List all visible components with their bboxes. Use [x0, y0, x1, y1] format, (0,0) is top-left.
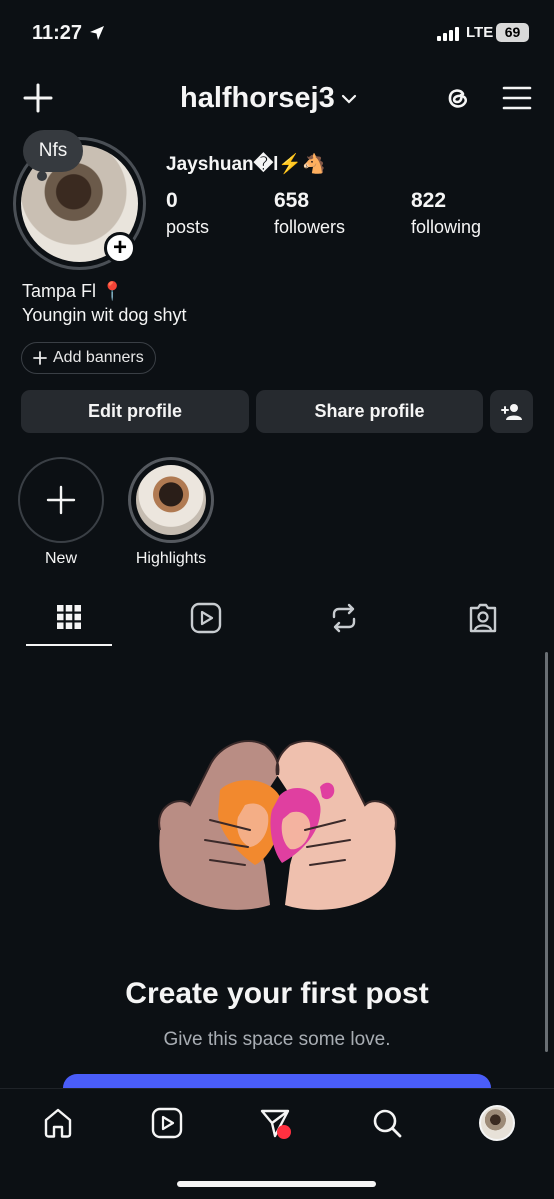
highlight-new[interactable]: New	[18, 457, 104, 568]
following-label: following	[411, 217, 482, 237]
edit-profile-button[interactable]: Edit profile	[21, 390, 249, 433]
note-text: Nfs	[38, 140, 68, 161]
tab-reposts[interactable]	[301, 590, 387, 646]
plus-icon	[46, 485, 76, 515]
status-bar: 11:27 LTE 69	[0, 0, 554, 68]
stat-following[interactable]: 822 following	[411, 189, 481, 238]
posts-label: posts	[166, 217, 210, 237]
profile-tabs	[0, 590, 554, 648]
bio-line: Tampa Fl 📍	[22, 281, 124, 301]
highlight-new-circle	[18, 457, 104, 543]
chevron-down-icon	[341, 94, 356, 104]
notification-dot	[277, 1125, 291, 1139]
network-type: LTE	[466, 24, 494, 41]
nav-search[interactable]	[367, 1103, 407, 1143]
posts-count: 0	[166, 189, 178, 212]
discover-people-button[interactable]	[490, 390, 533, 433]
stat-followers[interactable]: 658 followers	[274, 189, 345, 238]
reels-icon	[151, 1107, 183, 1139]
empty-state-title: Create your first post	[125, 977, 429, 1010]
stat-posts[interactable]: 0 posts	[166, 189, 209, 238]
account-switcher[interactable]: halfhorsej3	[180, 82, 357, 115]
highlight-label: Highlights	[135, 550, 207, 567]
bottom-nav	[0, 1088, 554, 1199]
nav-reels[interactable]	[147, 1103, 187, 1143]
plus-icon	[33, 351, 47, 365]
display-name: Jayshuan�l⚡🐴	[166, 154, 326, 175]
plus-icon[interactable]	[22, 82, 54, 114]
signal-icon	[437, 27, 459, 41]
followers-label: followers	[274, 217, 346, 237]
highlight-cover	[128, 457, 214, 543]
note-bubble[interactable]: Nfs	[23, 130, 83, 181]
highlight-label: New	[44, 550, 77, 567]
nav-messages[interactable]	[255, 1103, 295, 1143]
status-time: 11:27	[32, 22, 83, 44]
profile-avatar-icon	[479, 1105, 515, 1141]
username: halfhorsej3	[180, 82, 335, 114]
location-arrow-icon	[90, 26, 104, 40]
tab-posts[interactable]	[26, 590, 112, 646]
heart-hands-illustration	[158, 740, 397, 910]
following-count: 822	[411, 189, 447, 212]
nav-home[interactable]	[38, 1103, 78, 1143]
bio-line: Youngin wit dog shyt	[22, 305, 187, 325]
home-indicator	[177, 1181, 376, 1187]
reposts-icon	[332, 603, 356, 633]
highlight-item[interactable]: Highlights	[128, 457, 214, 568]
battery-icon: 69	[496, 23, 529, 42]
tagged-icon	[469, 603, 497, 633]
followers-count: 658	[274, 189, 310, 212]
bio: Tampa Fl 📍 Youngin wit dog shyt	[22, 279, 186, 327]
empty-state-subtitle: Give this space some love.	[163, 1029, 391, 1050]
tab-tagged[interactable]	[440, 590, 526, 646]
add-story-button[interactable]: +	[104, 232, 136, 264]
add-person-icon	[500, 403, 522, 420]
add-banners-label: Add banners	[53, 349, 144, 366]
profile-header: halfhorsej3	[0, 70, 554, 128]
nav-profile[interactable]	[477, 1103, 517, 1143]
grid-icon	[57, 605, 81, 629]
share-profile-button[interactable]: Share profile	[256, 390, 483, 433]
reels-icon	[190, 602, 222, 634]
home-icon	[44, 1108, 72, 1138]
menu-icon[interactable]	[502, 84, 532, 112]
threads-icon[interactable]	[441, 82, 473, 114]
tab-reels[interactable]	[163, 590, 249, 646]
highlight-image	[136, 465, 206, 535]
add-banners-button[interactable]: Add banners	[21, 342, 156, 374]
search-icon	[373, 1109, 402, 1138]
